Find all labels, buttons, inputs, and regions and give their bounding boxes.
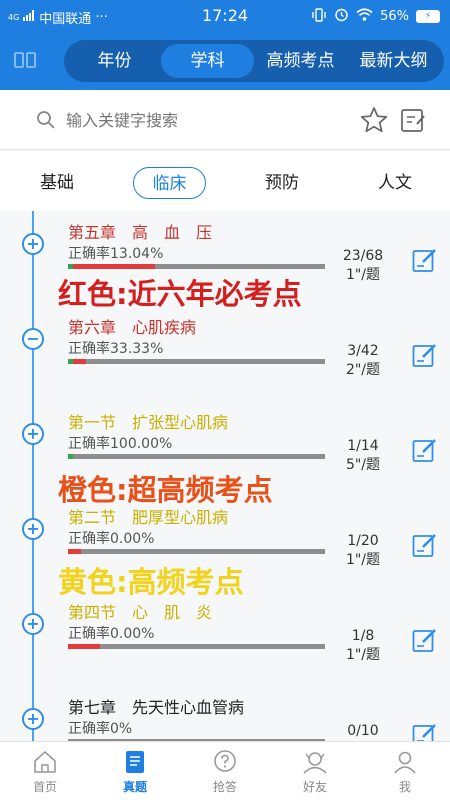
practice-edit-icon[interactable] — [412, 627, 438, 653]
category-tabs: 年份 学科 高频考点 最新大纲 — [64, 40, 444, 82]
chapter-title: 第六章 心肌疾病 — [68, 318, 197, 337]
tab-subject[interactable]: 学科 — [161, 44, 254, 78]
friends-icon — [285, 746, 345, 778]
bottom-tab-label: 抢答 — [212, 780, 237, 794]
wifi-icon — [356, 8, 373, 25]
subject-tab-basic[interactable]: 基础 — [34, 167, 80, 199]
chapter-list: + 第五章 高 血 压正确率13.04% 23/68 1"/题 − 第六章 心肌疾病 正确率… — [0, 211, 450, 741]
subject-tab-prevention[interactable]: 预防 — [259, 167, 305, 199]
legend-orange: 橙色:超高频考点 — [58, 473, 273, 507]
home-icon — [15, 746, 75, 778]
legend-red: 红色:近六年必考点 — [58, 277, 302, 311]
question-icon — [195, 746, 255, 778]
tab-year[interactable]: 年份 — [68, 44, 161, 78]
note-edit-icon[interactable] — [400, 107, 426, 137]
progress-bar — [68, 359, 325, 364]
accuracy-text: 正确率100.00% — [68, 436, 173, 452]
search-bar — [0, 90, 450, 150]
accuracy-text: 正确率33.33% — [68, 341, 164, 357]
bottom-tab-me[interactable]: 我 — [375, 746, 435, 795]
status-bar: 4G 中国联通 ··· 17:24 56% ⚡ — [0, 0, 450, 32]
progress-count: 1/14 5"/题 — [338, 437, 388, 475]
bottom-tab-label: 好友 — [302, 780, 327, 794]
practice-edit-icon[interactable] — [412, 722, 438, 741]
accuracy-text: 正确率0.00% — [68, 626, 155, 642]
bottom-tab-label: 首页 — [32, 780, 57, 794]
bottom-tab-friends[interactable]: 好友 — [285, 746, 345, 795]
expand-icon[interactable]: + — [22, 613, 44, 635]
practice-edit-icon[interactable] — [412, 532, 438, 558]
chapter-row[interactable]: + 第七章 先天性心血管病 正确率0% 0/10 — [0, 686, 450, 741]
chapter-title: 第一节 扩张型心肌病 — [68, 413, 229, 432]
progress-count: 23/68 1"/题 — [338, 247, 388, 285]
time-per-question: 2"/题 — [345, 362, 381, 378]
accuracy-text: 正确率0.00% — [68, 531, 155, 547]
progress-count: 0/10 — [338, 722, 388, 741]
accuracy-text: 正确率0% — [68, 721, 133, 737]
expand-icon[interactable]: + — [22, 708, 44, 730]
chapter-title: 第五章 高 血 压 — [68, 223, 213, 242]
expand-icon[interactable]: + — [22, 233, 44, 255]
star-icon[interactable] — [360, 106, 388, 138]
expand-icon[interactable]: + — [22, 518, 44, 540]
chapter-row[interactable]: + 第四节 心 肌 炎正确率0.00% 1/8 1"/题 — [0, 591, 450, 686]
user-icon — [375, 746, 435, 778]
chapter-title: 第四节 心 肌 炎 — [68, 603, 213, 622]
answered-count: 0/10 — [347, 723, 379, 739]
bottom-tab-label: 我 — [398, 780, 411, 794]
practice-edit-icon[interactable] — [412, 437, 438, 463]
answered-count: 3/42 — [347, 343, 379, 359]
subject-tabs: 基础 临床 预防 人文 — [0, 151, 450, 211]
header-bar: 年份 学科 高频考点 最新大纲 — [0, 32, 450, 90]
columns-icon[interactable] — [14, 52, 36, 70]
subject-tab-humanities[interactable]: 人文 — [372, 167, 418, 199]
practice-edit-icon[interactable] — [412, 342, 438, 368]
progress-bar — [68, 549, 325, 554]
tab-high-frequency[interactable]: 高频考点 — [254, 44, 347, 78]
tab-latest-syllabus[interactable]: 最新大纲 — [347, 44, 440, 78]
battery-percent: 56% — [380, 9, 409, 24]
progress-bar — [68, 454, 325, 459]
bottom-tab-quiz[interactable]: 抢答 — [195, 746, 255, 795]
subject-tab-clinical[interactable]: 临床 — [133, 167, 206, 199]
time-per-question: 5"/题 — [345, 457, 381, 473]
expand-icon[interactable]: + — [22, 423, 44, 445]
status-right: 56% ⚡ — [311, 7, 440, 26]
answered-count: 23/68 — [342, 248, 384, 264]
progress-count: 1/8 1"/题 — [338, 627, 388, 665]
progress-count: 3/42 2"/题 — [338, 342, 388, 380]
bottom-tab-label: 真题 — [122, 780, 147, 794]
time-per-question: 1"/题 — [345, 647, 381, 663]
search-icon — [36, 110, 56, 134]
progress-bar — [68, 264, 325, 269]
bottom-tab-home[interactable]: 首页 — [15, 746, 75, 795]
alarm-icon — [334, 7, 349, 26]
vibrate-icon — [311, 7, 327, 26]
time-per-question: 1"/题 — [345, 267, 381, 283]
chapter-title: 第七章 先天性心血管病 — [68, 698, 245, 717]
book-icon — [105, 746, 165, 778]
chapter-row[interactable]: − 第六章 心肌疾病 正确率33.33% 3/42 2"/题 — [0, 306, 450, 401]
practice-edit-icon[interactable] — [412, 247, 438, 273]
progress-wrong — [68, 644, 100, 649]
progress-wrong — [73, 359, 86, 364]
bottom-tab-exams[interactable]: 真题 — [105, 746, 165, 795]
time-per-question: 1"/题 — [345, 552, 381, 568]
accuracy-text: 正确率13.04% — [68, 246, 164, 262]
collapse-icon[interactable]: − — [22, 328, 44, 350]
answered-count: 1/14 — [347, 438, 379, 454]
progress-bar — [68, 644, 325, 649]
search-input[interactable] — [66, 108, 336, 132]
battery-icon: ⚡ — [416, 10, 440, 23]
legend-yellow: 黄色:高频考点 — [58, 565, 244, 599]
progress-count: 1/20 1"/题 — [338, 532, 388, 570]
answered-count: 1/20 — [347, 533, 379, 549]
progress-wrong — [73, 264, 155, 269]
progress-correct — [68, 454, 73, 459]
bottom-tab-bar: 首页 真题 抢答 好友 我 — [0, 741, 450, 800]
answered-count: 1/8 — [351, 628, 375, 644]
progress-wrong — [68, 549, 81, 554]
